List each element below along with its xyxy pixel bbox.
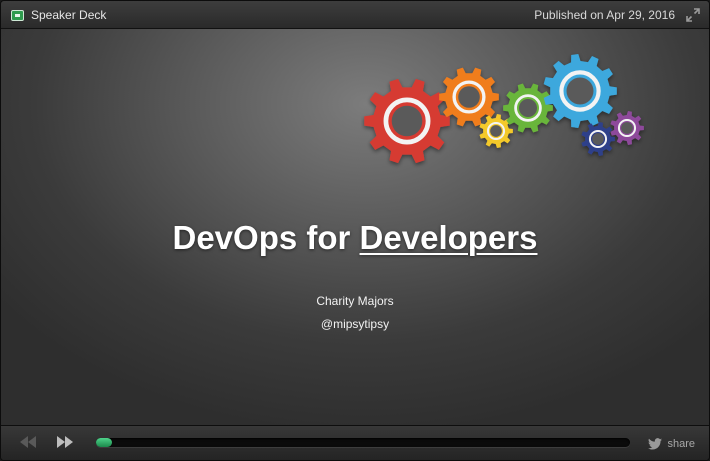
slide-title: DevOps for Developers <box>1 219 709 257</box>
progress-fill <box>96 438 113 447</box>
twitter-bird-icon <box>648 437 663 450</box>
slide[interactable]: DevOps for Developers Charity Majors @mi… <box>1 29 709 425</box>
slide-author: Charity Majors <box>316 294 394 308</box>
top-bar: Speaker Deck Published on Apr 29, 2016 <box>1 1 709 29</box>
share-button[interactable]: share <box>648 426 695 460</box>
brand-label: Speaker Deck <box>31 8 107 22</box>
green-gear <box>503 83 553 133</box>
slide-title-part2: Developers <box>359 219 538 256</box>
gears-graphic <box>364 54 644 164</box>
speakerdeck-player: Speaker Deck Published on Apr 29, 2016 D… <box>0 0 710 461</box>
slide-handle: @mipsytipsy <box>320 317 390 331</box>
rewind-icon[interactable] <box>20 436 36 448</box>
speakerdeck-link[interactable]: Speaker Deck <box>11 1 106 29</box>
share-label: share <box>667 437 695 450</box>
purple-gear <box>610 111 644 145</box>
expand-icon[interactable] <box>686 8 700 22</box>
published-date: Published on Apr 29, 2016 <box>534 8 675 22</box>
speakerdeck-logo-icon <box>11 9 24 21</box>
red-gear <box>364 78 450 164</box>
slide-title-part1: DevOps for <box>172 219 360 256</box>
navy-gear <box>581 122 615 156</box>
fast-forward-icon[interactable] <box>57 436 73 448</box>
blue-gear <box>543 54 617 128</box>
progress-bar[interactable] <box>96 438 630 447</box>
bottom-bar: share <box>1 425 709 460</box>
